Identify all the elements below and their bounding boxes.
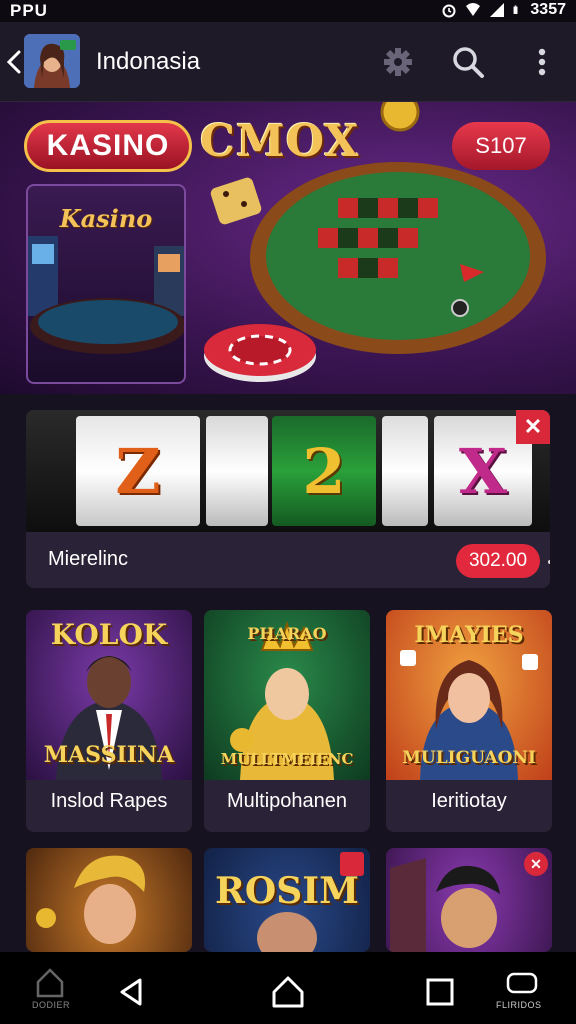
close-icon[interactable]: ✕ — [524, 852, 548, 876]
slot-reel: 2 — [272, 416, 376, 526]
alarm-icon — [442, 4, 456, 18]
game-art: ✕ — [386, 848, 552, 952]
app-bar: Indonasia — [0, 22, 576, 102]
nav-home-icon[interactable] — [268, 972, 308, 1012]
poker-chip-art — [204, 324, 316, 382]
slot-price-button[interactable]: 302.00 — [456, 544, 540, 578]
wifi-icon — [466, 3, 481, 16]
game-art: IMAYIES MULIGUAONI — [386, 610, 552, 780]
system-nav-bar: DODIER FLIRIDOS — [0, 952, 576, 1024]
slot-promo-card[interactable]: Z 2 X ✕ Mierelinc 302.00 — [26, 410, 550, 588]
game-card[interactable]: IMAYIES MULIGUAONI Ieritiotay — [386, 610, 552, 832]
search-icon[interactable] — [448, 42, 488, 82]
close-icon[interactable]: ✕ — [516, 410, 550, 444]
casino-room-card[interactable]: Kasino — [26, 184, 186, 384]
game-title: Inslod Rapes — [50, 790, 168, 812]
game-title: Multipohanen — [226, 790, 348, 812]
nav-left-label: DODIER — [32, 1000, 71, 1010]
more-dot-icon — [548, 560, 550, 564]
game-banner-bottom: MULLTMEIENC — [220, 750, 354, 768]
game-art: KOLOK MASSIINA — [26, 610, 192, 780]
nav-back-icon[interactable] — [112, 972, 152, 1012]
slot-reel — [382, 416, 428, 526]
status-icons: 3357 — [441, 1, 566, 19]
game-title: Ieritiotay — [431, 790, 507, 812]
game-banner-bottom: MULIGUAONI — [402, 748, 536, 768]
slot-reels: Z 2 X — [26, 410, 550, 532]
casino-badge: KASINO — [24, 120, 192, 172]
more-vert-icon[interactable] — [522, 42, 562, 82]
status-carrier-text: PPU — [10, 1, 48, 20]
casino-room-title: Kasino — [59, 204, 153, 233]
signal-icon — [490, 3, 505, 17]
game-art: ROSIM — [204, 848, 370, 952]
game-art: PHARAO MULLTMEIENC — [204, 610, 370, 780]
battery-icon — [513, 5, 518, 14]
back-chevron-icon[interactable] — [4, 48, 24, 76]
nav-recents-icon[interactable] — [420, 972, 460, 1012]
home-icon[interactable] — [32, 964, 68, 1000]
game-card[interactable]: ROSIM — [204, 848, 370, 952]
game-banner-top: ROSIM — [215, 870, 359, 912]
page-title: Indonasia — [96, 48, 201, 75]
slot-reel — [206, 416, 268, 526]
game-card[interactable]: KOLOK MASSIINA Inslod Rapes — [26, 610, 192, 832]
slot-reel: Z — [76, 416, 200, 526]
nav-right-label: FLIRIDOS — [496, 1000, 542, 1010]
hero-banner[interactable]: KASINO CMOX S107 Kasino — [0, 102, 576, 394]
slot-label: Mierelinc — [48, 548, 129, 570]
game-art — [26, 848, 192, 952]
game-banner-bottom: MASSIINA — [43, 742, 175, 768]
status-bar: PPU 3357 — [0, 0, 576, 22]
game-card[interactable] — [26, 848, 192, 952]
game-banner-top: IMAYIES — [414, 622, 524, 648]
game-banner-top: PHARAO — [247, 624, 327, 643]
game-banner-top: KOLOK — [50, 618, 168, 651]
gear-icon[interactable] — [378, 42, 418, 82]
avatar[interactable] — [24, 34, 80, 88]
game-card[interactable]: ✕ — [386, 848, 552, 952]
gamepad-icon[interactable] — [504, 964, 540, 1000]
status-clock: 3357 — [530, 1, 566, 18]
game-card[interactable]: PHARAO MULLTMEIENC Multipohanen — [204, 610, 370, 832]
